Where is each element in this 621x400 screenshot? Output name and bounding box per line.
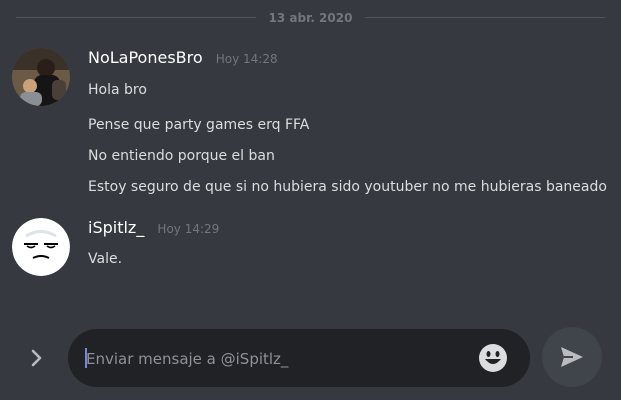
message-header: NoLaPonesBro Hoy 14:28	[88, 48, 612, 74]
message-composer	[0, 327, 621, 389]
message-text: Pense que party games erq FFA	[88, 117, 310, 133]
username[interactable]: iSpitlz_	[88, 218, 144, 237]
expand-button[interactable]	[22, 343, 52, 373]
chevron-right-icon	[31, 349, 42, 367]
username[interactable]: NoLaPonesBro	[88, 48, 203, 67]
send-arrow-icon	[561, 347, 583, 367]
message-text: Vale.	[88, 251, 123, 267]
avatar[interactable]	[12, 48, 70, 106]
message-input-box[interactable]	[68, 329, 530, 389]
message-input[interactable]	[84, 329, 478, 389]
message-text: No entiendo porque el ban	[88, 148, 275, 164]
timestamp: Hoy 14:29	[157, 222, 220, 236]
sleepy-face-avatar-icon	[12, 218, 70, 276]
message-content: iSpitlz_ Hoy 14:29 Vale.	[88, 218, 612, 267]
message-content: NoLaPonesBro Hoy 14:28 Hola bro Pense qu…	[88, 48, 612, 195]
send-button[interactable]	[542, 327, 602, 387]
date-divider-label: 13 abr. 2020	[268, 11, 353, 25]
message-text: Estoy seguro de que si no hubiera sido y…	[88, 179, 607, 195]
message-header: iSpitlz_ Hoy 14:29	[88, 218, 612, 244]
date-divider: 13 abr. 2020	[16, 8, 605, 28]
timestamp: Hoy 14:28	[215, 52, 278, 66]
emoji-button[interactable]	[478, 343, 508, 373]
emoji-smile-icon	[479, 344, 507, 372]
divider-line-right	[365, 17, 605, 18]
avatar[interactable]	[12, 218, 70, 276]
message-text: Hola bro	[88, 82, 147, 98]
user-photo-avatar-icon	[12, 48, 70, 106]
